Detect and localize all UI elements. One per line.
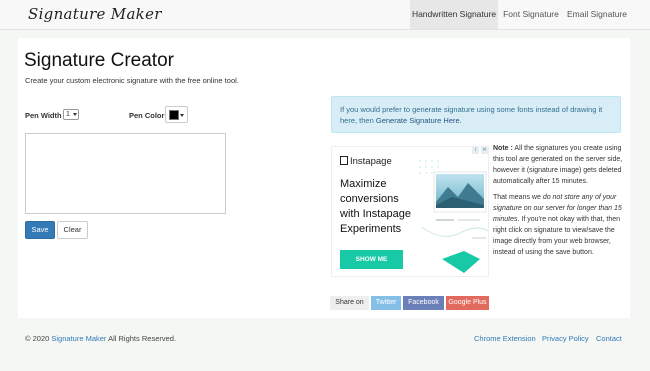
- ad-logo-text: Instapage: [350, 156, 392, 167]
- chevron-down-icon: [180, 114, 184, 117]
- ad-info-icon[interactable]: i: [472, 147, 479, 154]
- google-plus-share-button[interactable]: Google Plus: [446, 296, 489, 310]
- facebook-share-button[interactable]: Facebook: [403, 296, 444, 310]
- note-label: Note :: [493, 145, 513, 152]
- color-swatch: [169, 110, 179, 120]
- note-p1: All the signatures you create using this…: [493, 145, 623, 185]
- page-title: Signature Creator: [24, 50, 174, 71]
- pen-width-select[interactable]: 1: [63, 109, 79, 120]
- brand-logo[interactable]: Signature Maker: [28, 5, 162, 23]
- nav-font-signature[interactable]: Font Signature: [500, 0, 562, 29]
- signature-canvas[interactable]: [25, 133, 226, 214]
- copyright-link[interactable]: Signature Maker: [51, 334, 106, 343]
- footer-link-contact[interactable]: Contact: [596, 334, 622, 343]
- chevron-down-icon: [73, 113, 77, 116]
- navbar: Signature Maker Handwritten Signature Fo…: [0, 0, 650, 30]
- note-text: Note : All the signatures you create usi…: [493, 143, 628, 263]
- note-p2-start: That means we: [493, 194, 541, 201]
- footer-link-chrome-extension[interactable]: Chrome Extension: [474, 334, 536, 343]
- info-alert: If you would prefer to generate signatur…: [331, 96, 621, 133]
- nav-email-signature[interactable]: Email Signature: [564, 0, 630, 29]
- footer-link-privacy-policy[interactable]: Privacy Policy: [542, 334, 589, 343]
- clear-button[interactable]: Clear: [57, 221, 88, 239]
- copyright: © 2020 Signature Maker All Rights Reserv…: [25, 334, 176, 343]
- save-button[interactable]: Save: [25, 221, 55, 239]
- pen-color-picker[interactable]: [165, 106, 188, 123]
- pen-color-label: Pen Color: [129, 111, 165, 120]
- generate-signature-link[interactable]: Generate Signature Here.: [376, 116, 462, 125]
- twitter-share-button[interactable]: Twitter: [371, 296, 401, 310]
- pen-width-label: Pen Width: [25, 111, 62, 120]
- ad-logo: Instapage: [340, 156, 392, 167]
- nav-handwritten-signature[interactable]: Handwritten Signature: [410, 0, 498, 29]
- advertisement[interactable]: Instapage Maximize conversions with Inst…: [331, 146, 489, 277]
- copyright-suffix: All Rights Reserved.: [108, 334, 177, 343]
- footer: © 2020 Signature Maker All Rights Reserv…: [0, 322, 650, 371]
- instapage-icon: [340, 156, 348, 165]
- page-subtitle: Create your custom electronic signature …: [25, 76, 239, 85]
- ad-headline: Maximize conversions with Instapage Expe…: [340, 178, 411, 235]
- pen-width-value: 1: [66, 111, 70, 118]
- share-label: Share on: [330, 296, 369, 310]
- ad-cta-button[interactable]: SHOW ME: [340, 250, 403, 269]
- copyright-prefix: © 2020: [25, 334, 50, 343]
- main-card: Signature Creator Create your custom ele…: [18, 38, 630, 318]
- ad-illustration: [419, 160, 488, 273]
- ad-close-icon[interactable]: ✕: [481, 147, 488, 154]
